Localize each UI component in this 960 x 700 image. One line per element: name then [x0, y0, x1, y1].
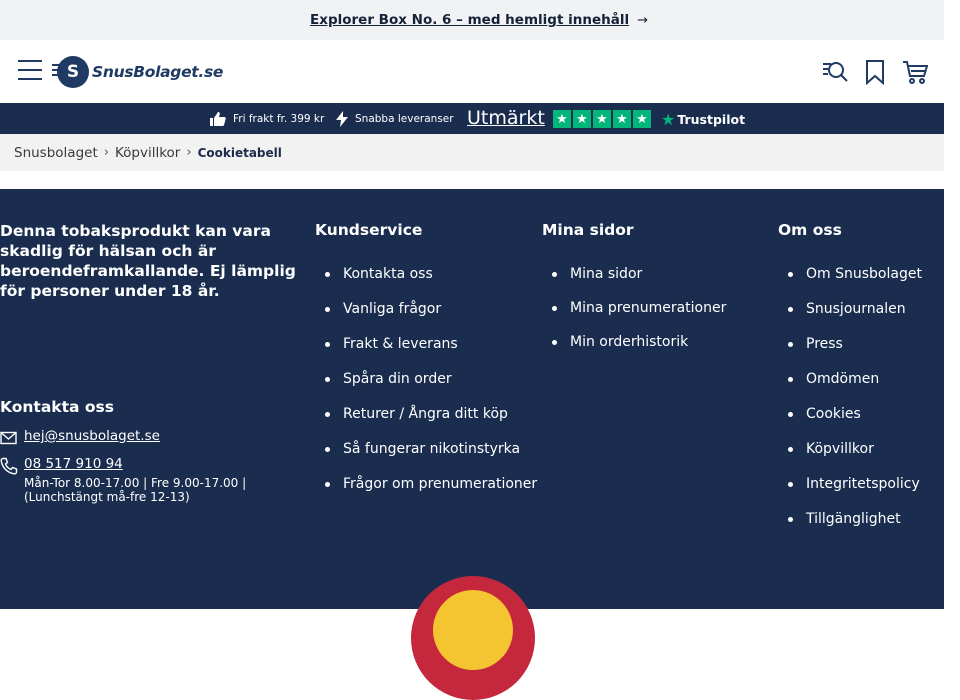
usp-fast-delivery: Snabba leveranser: [336, 103, 454, 134]
breadcrumb-link[interactable]: Köpvillkor: [115, 145, 180, 161]
footer-link[interactable]: Köpvillkor: [788, 439, 922, 474]
footer-list-om-oss: Om Snusbolaget Snusjournalen Press Omdöm…: [788, 264, 922, 544]
footer-link[interactable]: Frakt & leverans: [324, 334, 537, 369]
trustpilot-star-icon: ★: [661, 110, 676, 129]
footer-link[interactable]: Spåra din order: [324, 369, 537, 404]
footer-link[interactable]: Kontakta oss: [324, 264, 537, 299]
site-header: S SnusBolaget.se: [0, 40, 944, 103]
cart-icon[interactable]: [902, 59, 929, 85]
bookmark-icon[interactable]: [862, 59, 888, 86]
thumbs-up-icon: [210, 111, 226, 126]
trustpilot-brand: Trustpilot: [677, 112, 746, 127]
footer-link[interactable]: Returer / Ångra ditt köp: [324, 404, 537, 439]
star-icon: ★: [633, 110, 651, 128]
footer-link[interactable]: Så fungerar nikotinstyrka: [324, 439, 537, 474]
mail-icon: [0, 431, 17, 445]
footer-list-mina-sidor: Mina sidor Mina prenumerationer Min orde…: [551, 264, 726, 366]
tobacco-warning: Denna tobaksprodukt kan vara skadlig för…: [0, 222, 296, 300]
usp-label: Snabba leveranser: [355, 112, 454, 125]
breadcrumb-current: Cookietabell: [197, 145, 282, 160]
menu-icon[interactable]: [18, 60, 42, 82]
promo-bar[interactable]: Explorer Box No. 6 – med hemligt innehål…: [0, 0, 944, 40]
contact-title: Kontakta oss: [0, 398, 114, 416]
trustpilot-stars: ★ ★ ★ ★ ★: [553, 110, 653, 128]
footer-link[interactable]: Cookies: [788, 404, 922, 439]
age-badge-icon: [411, 576, 535, 700]
footer-link[interactable]: Frågor om prenumerationer: [324, 474, 537, 509]
footer-col-title: Om oss: [778, 221, 842, 239]
contact-email[interactable]: hej@snusbolaget.se: [0, 428, 160, 447]
phone-link[interactable]: 08 517 910 94: [24, 456, 123, 472]
footer-link[interactable]: Mina prenumerationer: [551, 298, 726, 332]
footer-link[interactable]: Press: [788, 334, 922, 369]
search-icon[interactable]: [822, 59, 848, 85]
footer-list-kundservice: Kontakta oss Vanliga frågor Frakt & leve…: [324, 264, 537, 509]
star-icon: ★: [573, 110, 591, 128]
breadcrumb: Snusbolaget › Köpvillkor › Cookietabell: [0, 134, 944, 171]
logo-mark: S: [52, 56, 89, 88]
footer-link[interactable]: Vanliga frågor: [324, 299, 537, 334]
logo-text: SnusBolaget.se: [92, 63, 224, 81]
footer-link[interactable]: Tillgänglighet: [788, 509, 922, 544]
usp-label: Fri frakt fr. 399 kr: [233, 112, 325, 125]
star-icon: ★: [613, 110, 631, 128]
footer-col-title: Kundservice: [315, 221, 423, 239]
trustpilot-rating-link[interactable]: Utmärkt: [467, 107, 545, 129]
breadcrumb-link[interactable]: Snusbolaget: [14, 145, 98, 161]
contact-phone[interactable]: 08 517 910 94: [0, 456, 123, 475]
phone-icon: [0, 457, 18, 475]
arrow-right-icon: →: [637, 12, 648, 28]
star-icon: ★: [593, 110, 611, 128]
footer-link[interactable]: Snusjournalen: [788, 299, 922, 334]
promo-link[interactable]: Explorer Box No. 6 – med hemligt innehål…: [296, 12, 629, 28]
chevron-right-icon: ›: [103, 145, 109, 160]
footer-link[interactable]: Om Snusbolaget: [788, 264, 922, 299]
chevron-right-icon: ›: [186, 145, 192, 160]
lightning-icon: [336, 110, 348, 127]
star-icon: ★: [553, 110, 571, 128]
logo[interactable]: S SnusBolaget.se: [52, 56, 224, 88]
usp-bar: Fri frakt fr. 399 kr Snabba leveranser U…: [0, 103, 944, 134]
scrollbar[interactable]: [944, 0, 960, 600]
footer-link[interactable]: Mina sidor: [551, 264, 726, 298]
email-link[interactable]: hej@snusbolaget.se: [24, 428, 160, 444]
footer-link[interactable]: Omdömen: [788, 369, 922, 404]
trustpilot-logo[interactable]: ★ Trustpilot: [661, 110, 745, 129]
site-footer: Denna tobaksprodukt kan vara skadlig för…: [0, 189, 944, 700]
footer-link[interactable]: Min orderhistorik: [551, 332, 726, 366]
footer-col-title: Mina sidor: [542, 221, 634, 239]
footer-link[interactable]: Integritetspolicy: [788, 474, 922, 509]
opening-hours: Mån-Tor 8.00-17.00 | Fre 9.00-17.00 | (L…: [24, 476, 247, 504]
usp-free-shipping: Fri frakt fr. 399 kr: [210, 103, 324, 134]
